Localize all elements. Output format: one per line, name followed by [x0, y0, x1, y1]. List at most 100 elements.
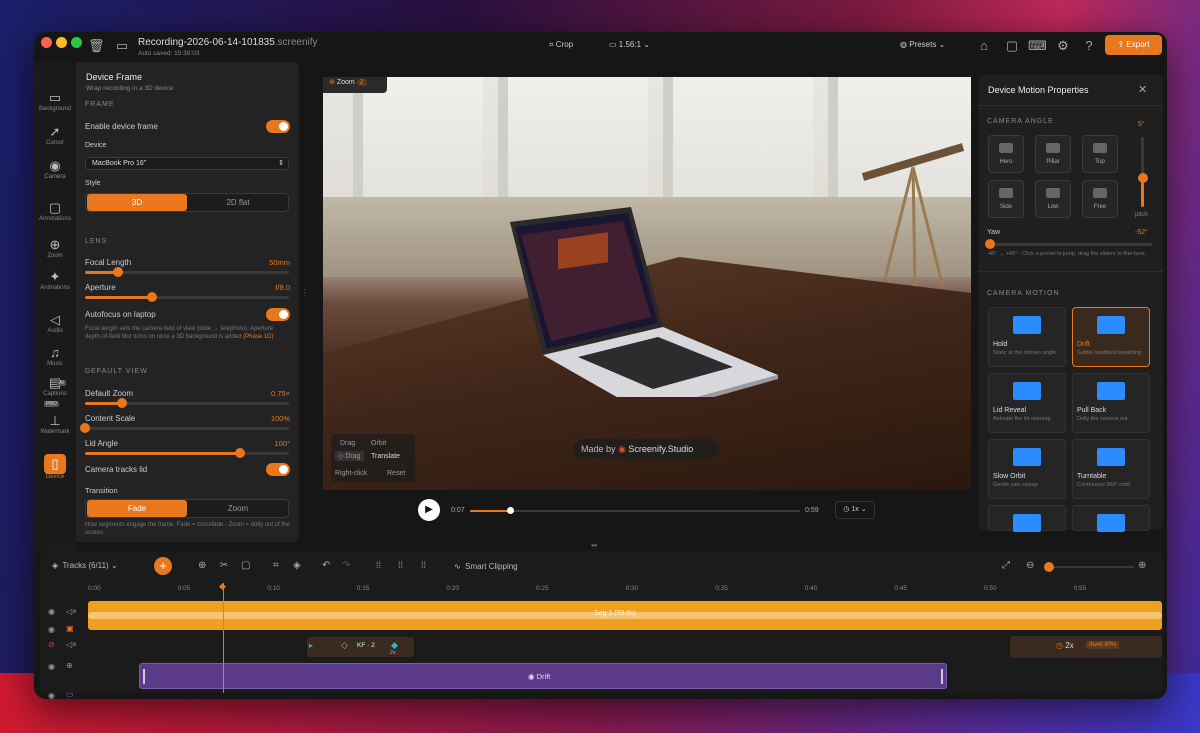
eye-icon[interactable]: ◉	[48, 691, 55, 699]
content-scale-slider[interactable]	[80, 423, 289, 433]
tracks-dropdown[interactable]: ◈ Tracks (6/11) ⌄	[52, 561, 118, 570]
camera-tracks-lid-toggle[interactable]	[266, 463, 290, 476]
motion-preset-drift[interactable]: Drift Subtle handheld breathing	[1072, 307, 1150, 367]
rail-item-device[interactable]: ▯ Device	[34, 454, 76, 480]
lid-angle-slider[interactable]	[85, 448, 289, 458]
zoom-segment-end[interactable]: ◷ 2x dwell 80%	[1010, 636, 1162, 658]
angle-preset-free[interactable]: Free	[1082, 180, 1118, 218]
zoom-window-button[interactable]	[71, 37, 82, 48]
zoom-tool-icon[interactable]: ⊕	[198, 560, 206, 571]
rail-item-animations[interactable]: ✦ Animations	[34, 269, 76, 291]
split-left-icon[interactable]: ⁞⁞	[376, 560, 381, 570]
keyframe-diamond[interactable]: ▸	[309, 641, 313, 650]
default-zoom-slider[interactable]	[85, 398, 289, 408]
camera-motion-clip[interactable]: ◉ Drift	[139, 663, 947, 689]
rail-item-watermark[interactable]: ⊥ Watermark	[34, 413, 76, 435]
rail-item-annotations[interactable]: ▢ Annotations	[34, 200, 76, 222]
gift-icon[interactable]: ⌂	[976, 38, 992, 54]
rail-item-zoom[interactable]: ⊕ Zoom	[34, 237, 76, 259]
undo-icon[interactable]: ↶	[322, 560, 330, 571]
clip-handle-left[interactable]	[143, 669, 145, 684]
close-panel-button[interactable]: ✕	[1138, 83, 1147, 96]
eye-icon[interactable]: ◉	[48, 625, 55, 634]
export-button[interactable]: ⇪ Export	[1105, 35, 1162, 55]
yaw-slider[interactable]	[985, 239, 1152, 249]
crop-button[interactable]: ⌗ Crop	[549, 40, 573, 50]
enable-frame-toggle[interactable]	[266, 120, 290, 133]
playback-scrubber[interactable]	[470, 507, 800, 514]
split-right-icon[interactable]: ⁞⁞	[421, 560, 426, 570]
angle-preset-pillar[interactable]: Pillar	[1035, 135, 1071, 173]
zoom-out-icon[interactable]: ⊖	[1026, 560, 1034, 571]
current-time: 0:07	[451, 507, 465, 514]
rail-item-audio[interactable]: ◁ Audio	[34, 312, 76, 334]
pitch-slider[interactable]	[1138, 137, 1148, 207]
eye-icon[interactable]: ◉	[48, 607, 55, 616]
folder-icon[interactable]: ▭	[114, 38, 130, 54]
message-icon[interactable]: ▢	[1004, 38, 1020, 54]
transition-fade-option[interactable]: Fade	[87, 500, 187, 517]
zoom-chip[interactable]: ⊕ Zoom 2	[323, 77, 387, 93]
mute-icon[interactable]: ◁×	[66, 607, 77, 616]
rail-item-background[interactable]: ▭ Background	[34, 90, 76, 112]
playhead[interactable]: ◆	[219, 581, 226, 693]
aspect-ratio-select[interactable]: ▭ 1.56:1 ⌄	[609, 40, 650, 49]
mute-icon[interactable]: ◁×	[66, 640, 77, 649]
rail-item-music[interactable]: ♫ Music	[34, 345, 76, 367]
keyboard-icon[interactable]: ⌨	[1028, 38, 1047, 54]
redo-icon[interactable]: ↷	[342, 560, 350, 571]
smart-clipping-button[interactable]: ∿ Smart Clipping	[454, 562, 518, 571]
autofocus-toggle[interactable]	[266, 308, 290, 321]
zoom-in-icon[interactable]: ⊕	[1138, 560, 1146, 571]
transition-zoom-option[interactable]: Zoom	[188, 500, 288, 517]
playback-speed-select[interactable]: ◷ 1x ⌄	[835, 501, 875, 519]
clip-handle-right[interactable]	[941, 669, 943, 684]
audio-clip[interactable]: Seg 1 (59.8s)	[88, 601, 1162, 630]
motion-preset-more[interactable]	[988, 505, 1066, 532]
add-track-button[interactable]: +	[154, 557, 172, 575]
close-window-button[interactable]	[41, 37, 52, 48]
aperture-slider[interactable]	[85, 292, 289, 302]
motion-preset-hold[interactable]: Hold Static at the chosen angle	[988, 307, 1066, 367]
minimize-window-button[interactable]	[56, 37, 67, 48]
motion-preset-slow-orbit[interactable]: Slow Orbit Gentle yaw sweep	[988, 439, 1066, 499]
rail-item-camera[interactable]: ◉ Camera	[34, 158, 76, 180]
style-3d-option[interactable]: 3D	[87, 194, 187, 211]
angle-preset-low[interactable]: Low	[1035, 180, 1071, 218]
trash-icon[interactable]: 🗑︎	[88, 38, 105, 54]
timeline-zoom-slider[interactable]	[1044, 562, 1134, 572]
mic-off-icon[interactable]: ⊘	[48, 640, 55, 649]
playhead-handle[interactable]: ◆	[219, 581, 226, 592]
brand-logo-icon: ◉	[618, 444, 626, 454]
angle-preset-side[interactable]: Side	[988, 180, 1024, 218]
help-icon[interactable]: ?	[1081, 38, 1097, 54]
timeline-resize-handle[interactable]: •••	[591, 541, 597, 550]
angle-preset-top[interactable]: Top	[1082, 135, 1118, 173]
eye-icon[interactable]: ◉	[48, 662, 55, 671]
focal-length-slider[interactable]	[85, 267, 289, 277]
scissors-icon[interactable]: ✂	[220, 560, 228, 571]
zoom-segment[interactable]: ▸ ◇ KF · 2 ◆ 2x	[307, 637, 414, 657]
motion-preset-pull-back[interactable]: Pull Back Dolly the camera out	[1072, 373, 1150, 433]
panel-resize-handle[interactable]: ⋮	[301, 289, 309, 310]
presets-button[interactable]: ◍ Presets ⌄	[900, 40, 945, 49]
keyframe-diamond[interactable]: ◇	[341, 640, 348, 651]
angle-preset-hero[interactable]: Hero	[988, 135, 1024, 173]
pro-badge: PRO	[44, 401, 59, 407]
comment-icon[interactable]: ▢	[241, 560, 250, 571]
style-2d-option[interactable]: 2D flat	[188, 194, 288, 211]
motion-preset-lid-reveal[interactable]: Lid Reveal Animate the lid opening	[988, 373, 1066, 433]
settings-icon[interactable]: ⚙	[1055, 38, 1071, 54]
rail-item-captions[interactable]: ▤ Captions	[34, 375, 76, 397]
play-button[interactable]: ▶	[418, 499, 440, 521]
split-center-icon[interactable]: ⁞⁞	[398, 560, 403, 570]
motion-preset-more[interactable]	[1072, 505, 1150, 532]
motion-title: Drift	[1077, 341, 1090, 348]
rail-item-cursor[interactable]: ➚ Cursor	[34, 124, 76, 146]
stack-icon[interactable]: ◈	[293, 560, 301, 571]
expand-icon[interactable]: ⤢	[1002, 560, 1010, 571]
motion-preset-turntable[interactable]: Turntable Continuous 360° orbit	[1072, 439, 1150, 499]
device-select[interactable]: MacBook Pro 16" ⇕	[85, 157, 289, 170]
crop-tool-icon[interactable]: ⌗	[273, 560, 279, 571]
preview-canvas[interactable]: ⊕ Zoom 2 Drag Orbit ◇ Drag Translate Rig…	[323, 77, 971, 490]
